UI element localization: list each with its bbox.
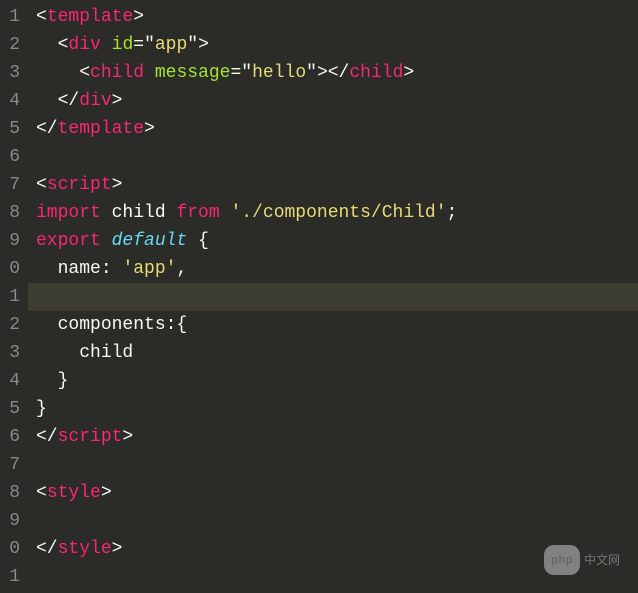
line-number: 9 [4, 507, 20, 535]
line-number: 1 [4, 3, 20, 31]
line-number: 3 [4, 59, 20, 87]
line-number: 1 [4, 283, 20, 311]
code-line[interactable] [36, 143, 638, 171]
line-number: 8 [4, 479, 20, 507]
code-line[interactable]: <child message="hello"></child> [36, 59, 638, 87]
code-line[interactable]: </script> [36, 423, 638, 451]
code-line[interactable]: import child from './components/Child'; [36, 199, 638, 227]
line-number: 0 [4, 535, 20, 563]
line-number: 7 [4, 171, 20, 199]
line-number: 5 [4, 395, 20, 423]
code-line-current[interactable] [28, 283, 638, 311]
code-line[interactable]: <div id="app"> [36, 31, 638, 59]
code-line[interactable]: } [36, 367, 638, 395]
code-editor[interactable]: 1 2 3 4 5 6 7 8 9 0 1 2 3 4 5 6 7 8 9 0 … [0, 0, 638, 593]
code-line[interactable]: </template> [36, 115, 638, 143]
line-number: 4 [4, 367, 20, 395]
code-line[interactable]: export default { [36, 227, 638, 255]
code-line[interactable]: child [36, 339, 638, 367]
code-line[interactable]: <script> [36, 171, 638, 199]
line-number: 2 [4, 311, 20, 339]
code-line[interactable]: <template> [36, 3, 638, 31]
line-number: 9 [4, 227, 20, 255]
line-number: 2 [4, 31, 20, 59]
line-number: 0 [4, 255, 20, 283]
line-number: 8 [4, 199, 20, 227]
line-number: 7 [4, 451, 20, 479]
line-number: 6 [4, 423, 20, 451]
code-line[interactable]: } [36, 395, 638, 423]
code-line[interactable]: name: 'app', [36, 255, 638, 283]
line-number: 1 [4, 563, 20, 591]
code-line[interactable] [36, 507, 638, 535]
code-line[interactable]: components:{ [36, 311, 638, 339]
line-number: 3 [4, 339, 20, 367]
watermark: php 中文网 [544, 545, 620, 575]
watermark-badge: php [544, 545, 580, 575]
line-number-gutter: 1 2 3 4 5 6 7 8 9 0 1 2 3 4 5 6 7 8 9 0 … [0, 0, 28, 593]
code-area[interactable]: <template> <div id="app"> <child message… [28, 0, 638, 593]
line-number: 6 [4, 143, 20, 171]
watermark-text: 中文网 [584, 546, 620, 574]
code-line[interactable] [36, 451, 638, 479]
line-number: 4 [4, 87, 20, 115]
code-line[interactable]: </div> [36, 87, 638, 115]
line-number: 5 [4, 115, 20, 143]
code-line[interactable]: <style> [36, 479, 638, 507]
